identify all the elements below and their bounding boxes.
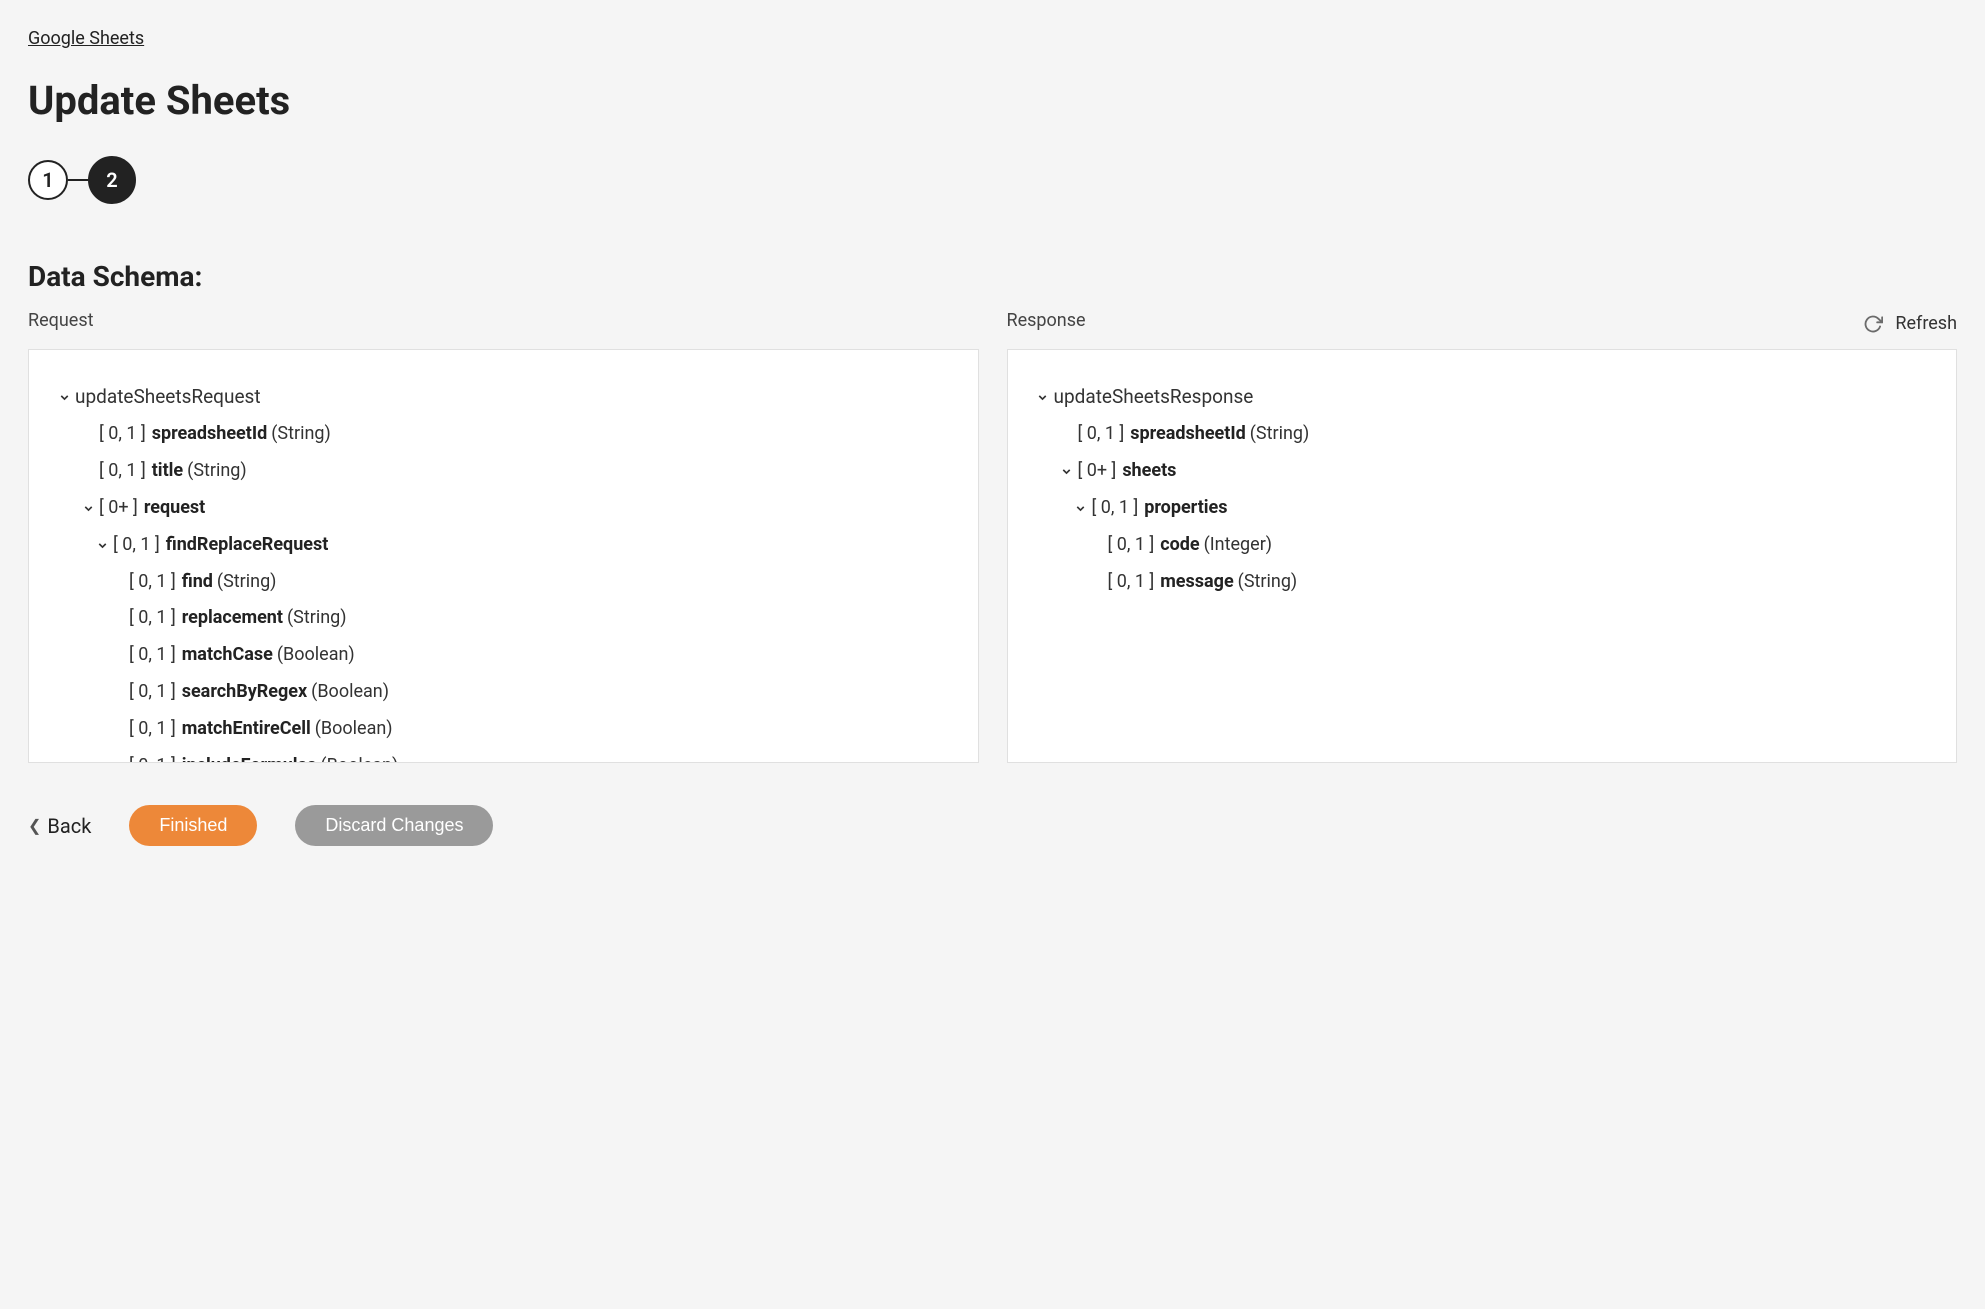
finished-button[interactable]: Finished <box>129 805 257 846</box>
tree-row[interactable]: [ 0, 1 ] matchEntireCell (Boolean) <box>53 711 954 748</box>
tree-row-root[interactable]: updateSheetsRequest <box>53 378 954 416</box>
field-name: find <box>182 568 213 597</box>
chevron-down-icon <box>1032 391 1054 404</box>
response-column: Response updateSheetsResponse [ 0, 1 ] s… <box>1007 340 1958 763</box>
chevron-down-icon <box>1056 465 1078 478</box>
breadcrumb-link[interactable]: Google Sheets <box>28 28 144 49</box>
field-type: (Boolean) <box>315 715 393 744</box>
tree-row-root[interactable]: updateSheetsResponse <box>1032 378 1933 416</box>
request-title: Request <box>28 310 979 331</box>
tree-row[interactable]: [ 0, 1 ] code (Integer) <box>1032 527 1933 564</box>
stepper: 1 2 <box>28 156 1957 204</box>
cardinality: [ 0, 1 ] <box>1092 494 1139 523</box>
tree-row[interactable]: [ 0, 1 ] findReplaceRequest <box>53 527 954 564</box>
cardinality: [ 0, 1 ] <box>1078 420 1125 449</box>
tree-row[interactable]: [ 0, 1 ] replacement (String) <box>53 600 954 637</box>
field-type: (String) <box>1238 568 1298 597</box>
footer: ❮ Back Finished Discard Changes <box>28 805 1957 846</box>
tree-row[interactable]: [ 0, 1 ] find (String) <box>53 564 954 601</box>
response-title: Response <box>1007 310 1958 331</box>
field-type: (String) <box>187 457 247 486</box>
field-name: spreadsheetId <box>1130 420 1246 449</box>
field-name: spreadsheetId <box>152 420 268 449</box>
field-name: matchEntireCell <box>182 715 311 744</box>
field-name: code <box>1160 531 1199 560</box>
step-1[interactable]: 1 <box>28 160 68 200</box>
field-name: findReplaceRequest <box>166 531 329 560</box>
cardinality: [ 0+ ] <box>1078 457 1117 486</box>
back-button[interactable]: ❮ Back <box>28 814 91 838</box>
cardinality: [ 0, 1 ] <box>129 604 176 633</box>
field-name: request <box>144 494 205 523</box>
cardinality: [ 0, 1 ] <box>129 568 176 597</box>
breadcrumb: Google Sheets <box>28 28 1957 49</box>
tree-row[interactable]: [ 0, 1 ] properties <box>1032 490 1933 527</box>
tree-row[interactable]: [ 0, 1 ] matchCase (Boolean) <box>53 637 954 674</box>
chevron-left-icon: ❮ <box>28 816 41 835</box>
field-name: message <box>1160 568 1233 597</box>
field-type: (String) <box>217 568 277 597</box>
field-type: (Boolean) <box>277 641 355 670</box>
field-type: (Boolean) <box>320 752 398 763</box>
field-name: title <box>152 457 183 486</box>
field-type: (Integer) <box>1204 531 1272 560</box>
field-name: searchByRegex <box>182 678 307 707</box>
tree-row[interactable]: [ 0, 1 ] title (String) <box>53 453 954 490</box>
page-title: Update Sheets <box>28 77 1957 124</box>
field-name: replacement <box>182 604 283 633</box>
cardinality: [ 0+ ] <box>99 494 138 523</box>
field-type: (String) <box>1250 420 1310 449</box>
chevron-down-icon <box>53 391 75 404</box>
tree-row[interactable]: [ 0, 1 ] spreadsheetId (String) <box>1032 416 1933 453</box>
section-title: Data Schema: <box>28 260 1957 293</box>
chevron-down-icon <box>91 539 113 552</box>
response-card: updateSheetsResponse [ 0, 1 ] spreadshee… <box>1007 349 1958 763</box>
discard-button[interactable]: Discard Changes <box>295 805 493 846</box>
back-label: Back <box>47 814 91 838</box>
tree-row[interactable]: [ 0, 1 ] includeFormulas (Boolean) <box>53 748 954 763</box>
field-type: (Boolean) <box>311 678 389 707</box>
tree-root-label: updateSheetsRequest <box>75 382 261 412</box>
field-name: matchCase <box>182 641 273 670</box>
chevron-down-icon <box>77 502 99 515</box>
request-card: updateSheetsRequest [ 0, 1 ] spreadsheet… <box>28 349 979 763</box>
cardinality: [ 0, 1 ] <box>1108 531 1155 560</box>
tree-row[interactable]: [ 0, 1 ] message (String) <box>1032 564 1933 601</box>
cardinality: [ 0, 1 ] <box>99 420 146 449</box>
cardinality: [ 0, 1 ] <box>129 641 176 670</box>
step-connector <box>68 179 88 181</box>
field-type: (String) <box>271 420 331 449</box>
cardinality: [ 0, 1 ] <box>129 752 176 763</box>
cardinality: [ 0, 1 ] <box>129 715 176 744</box>
field-name: sheets <box>1122 457 1176 486</box>
tree-row[interactable]: [ 0, 1 ] searchByRegex (Boolean) <box>53 674 954 711</box>
cardinality: [ 0, 1 ] <box>99 457 146 486</box>
field-name: includeFormulas <box>182 752 317 763</box>
cardinality: [ 0, 1 ] <box>1108 568 1155 597</box>
tree-row[interactable]: [ 0+ ] sheets <box>1032 453 1933 490</box>
step-2[interactable]: 2 <box>88 156 136 204</box>
request-column: Request updateSheetsRequest [ 0, 1 ] spr… <box>28 340 979 763</box>
cardinality: [ 0, 1 ] <box>113 531 160 560</box>
field-name: properties <box>1144 494 1227 523</box>
tree-row[interactable]: [ 0, 1 ] spreadsheetId (String) <box>53 416 954 453</box>
tree-root-label: updateSheetsResponse <box>1054 382 1254 412</box>
field-type: (String) <box>287 604 347 633</box>
chevron-down-icon <box>1070 502 1092 515</box>
cardinality: [ 0, 1 ] <box>129 678 176 707</box>
tree-row[interactable]: [ 0+ ] request <box>53 490 954 527</box>
